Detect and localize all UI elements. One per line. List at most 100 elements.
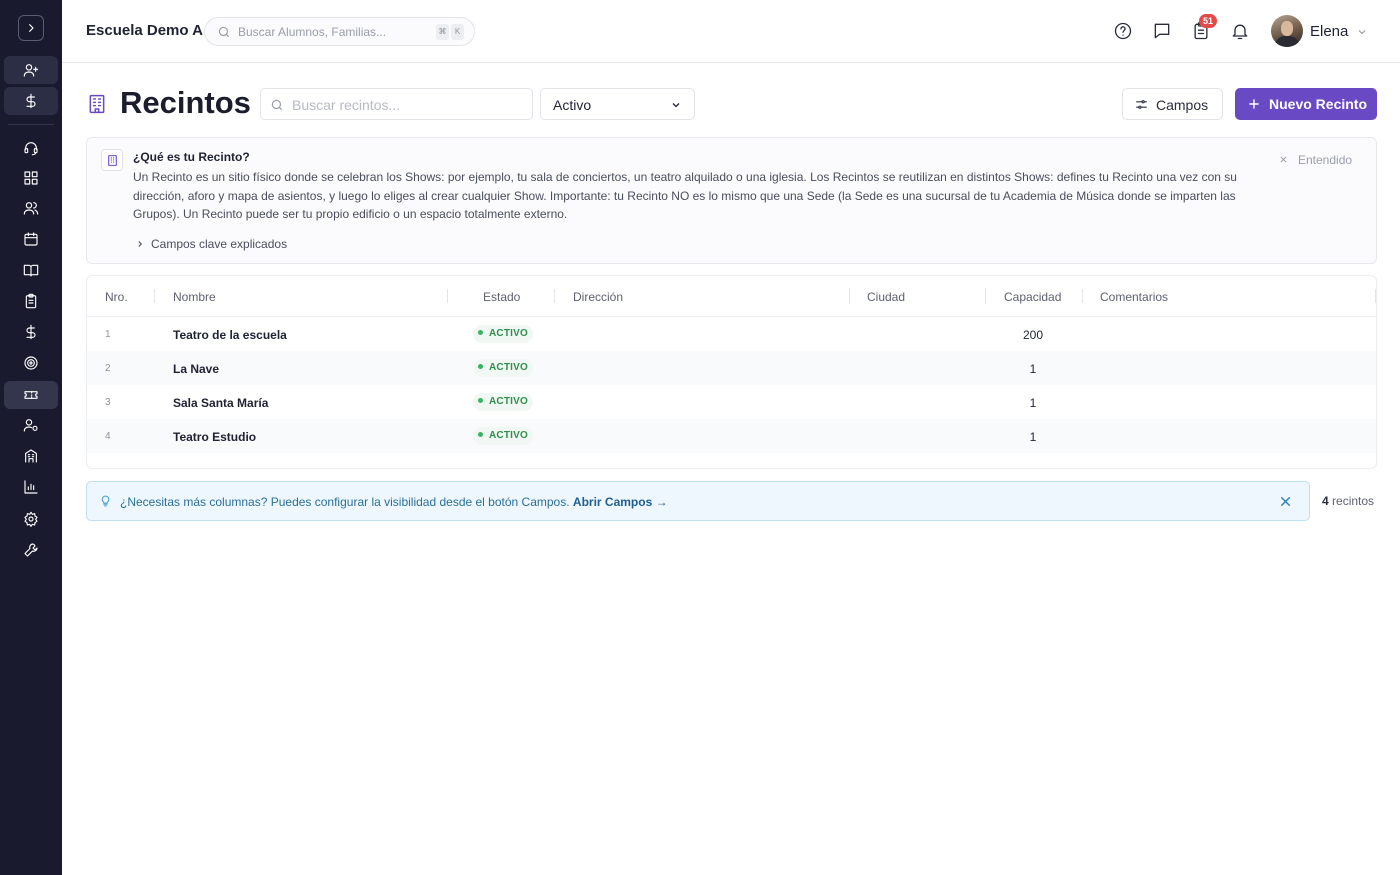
status-filter-value: Activo [553, 97, 592, 113]
sidebar [0, 0, 62, 875]
sidebar-divider [8, 124, 54, 125]
user-plus-icon [23, 64, 39, 77]
venue-capacity: 1 [1029, 396, 1037, 410]
column-header-nombre[interactable]: Nombre [173, 290, 216, 304]
user-settings-icon [23, 419, 38, 432]
column-divider[interactable] [154, 289, 155, 303]
users-icon [23, 202, 39, 215]
info-title: ¿Qué es tu Recinto? [133, 150, 250, 164]
table-row[interactable]: 3 Sala Santa María ACTIVO 1 [87, 385, 1376, 419]
help-button[interactable] [1113, 21, 1133, 41]
sidebar-item-locations[interactable] [4, 442, 58, 470]
status-badge-label: ACTIVO [489, 328, 528, 339]
table-row[interactable]: 2 La Nave ACTIVO 1 [87, 351, 1376, 385]
table-row[interactable]: 1 Teatro de la escuela ACTIVO 200 [87, 317, 1376, 351]
building-icon [107, 154, 117, 166]
wrench-icon [24, 543, 38, 557]
venue-capacity: 200 [1022, 328, 1044, 342]
venue-count-number: 4 [1322, 494, 1329, 508]
fields-button[interactable]: Campos [1122, 88, 1223, 120]
close-icon[interactable] [1279, 495, 1292, 508]
column-header-estado[interactable]: Estado [483, 290, 520, 304]
venue-name[interactable]: Sala Santa María [173, 396, 268, 410]
sidebar-item-reports[interactable] [4, 473, 58, 501]
chevron-down-icon[interactable] [1356, 26, 1368, 38]
venues-table: Nro. Nombre Estado Dirección Ciudad Capa… [86, 275, 1377, 469]
user-name[interactable]: Elena [1310, 23, 1348, 40]
sidebar-item-goals[interactable] [4, 349, 58, 377]
venue-name[interactable]: Teatro de la escuela [173, 328, 287, 342]
tasks-count-badge: 51 [1199, 14, 1217, 28]
venue-count-label: recintos [1332, 494, 1375, 508]
dollar-icon [26, 93, 36, 109]
status-badge: ACTIVO [473, 325, 533, 343]
sidebar-toggle-button[interactable] [18, 15, 44, 41]
venue-info-callout: ¿Qué es tu Recinto? Un Recinto es un sit… [86, 137, 1377, 264]
column-header-ciudad[interactable]: Ciudad [867, 290, 905, 304]
column-header-capacidad[interactable]: Capacidad [1004, 290, 1061, 304]
dismiss-info-button[interactable]: Entendido [1298, 153, 1352, 167]
messages-button[interactable] [1152, 21, 1172, 41]
global-search-input[interactable]: Buscar Alumnos, Familias... ⌘ K [204, 17, 475, 46]
column-divider[interactable] [985, 289, 986, 303]
status-badge-label: ACTIVO [489, 362, 528, 373]
column-divider[interactable] [554, 289, 555, 303]
venue-count: 4 recintos [1322, 494, 1374, 508]
sidebar-item-staff[interactable] [4, 411, 58, 439]
school-name: Escuela Demo A [86, 22, 203, 39]
notifications-button[interactable] [1230, 21, 1250, 41]
row-number: 2 [105, 363, 111, 374]
status-badge: ACTIVO [473, 427, 533, 445]
sidebar-item-billing[interactable] [4, 318, 58, 346]
columns-hint-banner: ¿Necesitas más columnas? Puedes configur… [86, 481, 1310, 521]
sidebar-item-payments[interactable] [4, 87, 58, 115]
sidebar-item-tools[interactable] [4, 536, 58, 564]
column-divider[interactable] [447, 289, 448, 303]
column-divider[interactable] [1082, 289, 1083, 303]
key-fields-expander-label: Campos clave explicados [151, 237, 288, 251]
status-filter-select[interactable]: Activo [540, 88, 695, 120]
sidebar-item-students[interactable] [4, 194, 58, 222]
column-divider[interactable] [1375, 289, 1376, 303]
sidebar-item-support[interactable] [4, 134, 58, 162]
new-venue-button-label: Nuevo Recinto [1269, 96, 1368, 112]
avatar-body [1275, 36, 1299, 47]
column-header-comentarios[interactable]: Comentarios [1100, 290, 1168, 304]
sidebar-item-settings[interactable] [4, 505, 58, 533]
user-avatar[interactable] [1271, 15, 1303, 47]
status-dot [478, 330, 483, 335]
column-header-direccion[interactable]: Dirección [573, 290, 623, 304]
sidebar-item-courses[interactable] [4, 256, 58, 284]
chat-icon [1154, 23, 1170, 39]
building-icon [89, 94, 105, 114]
open-fields-link[interactable]: Abrir Campos → [573, 495, 668, 509]
table-row[interactable]: 4 Teatro Estudio ACTIVO 1 [87, 419, 1376, 453]
row-number: 1 [105, 329, 111, 340]
clipboard-icon [25, 293, 37, 309]
chevron-right-icon [138, 241, 143, 247]
sidebar-item-tasks[interactable] [4, 287, 58, 315]
venue-capacity: 1 [1029, 430, 1037, 444]
shortcut-key-k: K [451, 24, 464, 40]
avatar-face [1281, 21, 1293, 36]
column-divider[interactable] [849, 289, 850, 303]
sidebar-item-venues[interactable] [4, 381, 58, 409]
key-fields-expander[interactable]: Campos clave explicados [135, 237, 287, 251]
hint-message-line: ¿Necesitas más columnas? Puedes configur… [120, 495, 668, 509]
close-icon[interactable] [1279, 155, 1288, 164]
shortcut-key-cmd: ⌘ [436, 24, 449, 40]
venue-name[interactable]: La Nave [173, 362, 219, 376]
sidebar-item-new-student[interactable] [4, 56, 58, 84]
global-search-placeholder: Buscar Alumnos, Familias... [238, 25, 387, 39]
chevron-down-icon [672, 103, 680, 108]
venue-search-input[interactable] [292, 95, 522, 115]
chevron-right-icon [29, 24, 34, 32]
sidebar-item-dashboard[interactable] [4, 164, 58, 192]
bell-icon [1232, 24, 1248, 40]
venue-search-field[interactable] [260, 88, 533, 120]
sidebar-item-calendar[interactable] [4, 225, 58, 253]
plus-icon [1249, 99, 1259, 109]
new-venue-button[interactable]: Nuevo Recinto [1235, 88, 1377, 120]
venue-name[interactable]: Teatro Estudio [173, 430, 256, 444]
column-header-nr[interactable]: Nro. [105, 290, 128, 304]
